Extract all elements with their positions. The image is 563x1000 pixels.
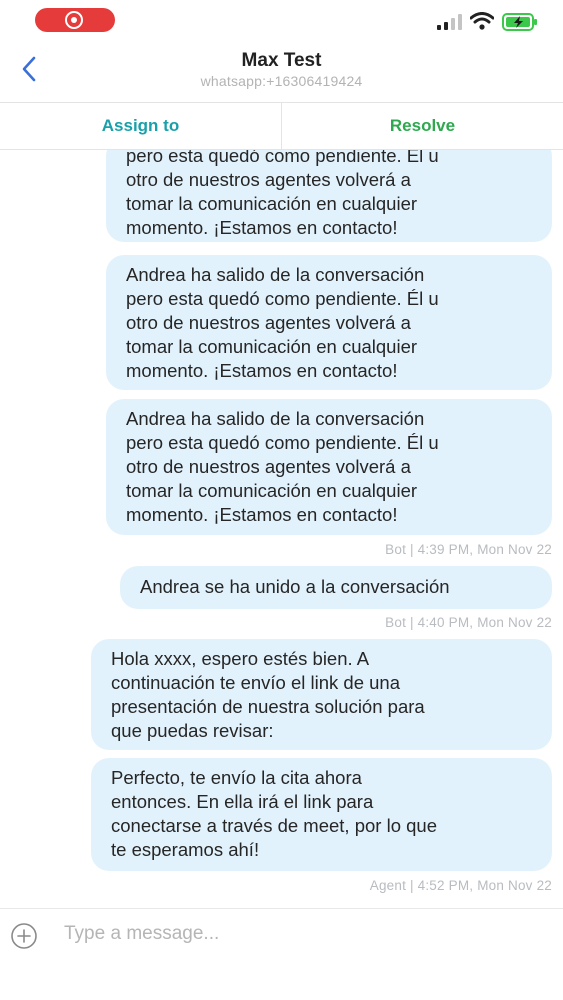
message-bubble: Andrea se ha unido a la conversación	[120, 566, 552, 609]
action-bar: Assign to Resolve	[0, 102, 563, 150]
contact-name: Max Test	[241, 50, 322, 71]
message-list[interactable]: pero esta quedó como pendiente. Él u otr…	[0, 150, 563, 907]
assign-to-button[interactable]: Assign to	[0, 103, 282, 149]
chat-header: Max Test whatsapp:+16306419424	[0, 40, 563, 102]
battery-charging-icon	[502, 13, 537, 31]
message-bubble: Andrea ha salido de la conversación pero…	[106, 399, 552, 535]
message-meta: Agent | 4:52 PM, Mon Nov 22	[369, 878, 552, 893]
plus-circle-icon[interactable]	[10, 922, 38, 950]
wifi-icon	[470, 12, 494, 30]
chat-screen: Max Test whatsapp:+16306419424 Assign to…	[0, 0, 563, 1000]
status-bar	[0, 0, 563, 40]
contact-channel: whatsapp:+16306419424	[200, 73, 363, 89]
screen-record-icon[interactable]	[35, 8, 115, 32]
message-input[interactable]	[58, 917, 550, 951]
message-meta: Bot | 4:39 PM, Mon Nov 22	[385, 542, 552, 557]
message-bubble: Andrea ha salido de la conversación pero…	[106, 255, 552, 390]
message-bubble: pero esta quedó como pendiente. Él u otr…	[106, 150, 552, 242]
message-bubble: Hola xxxx, espero estés bien. A continua…	[91, 639, 552, 750]
cellular-signal-icon	[437, 14, 462, 30]
message-composer	[0, 908, 563, 1000]
resolve-button[interactable]: Resolve	[282, 103, 563, 149]
message-meta: Bot | 4:40 PM, Mon Nov 22	[385, 615, 552, 630]
message-bubble: Perfecto, te envío la cita ahora entonce…	[91, 758, 552, 871]
